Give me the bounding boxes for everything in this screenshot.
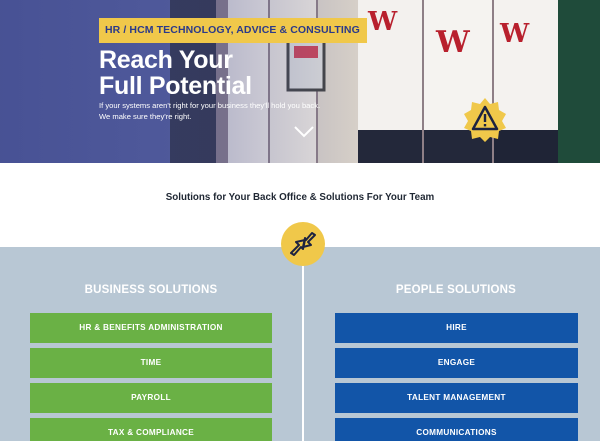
engage-button[interactable]: ENGAGE [335,348,578,378]
people-solutions-title: PEOPLE SOLUTIONS [395,284,517,296]
alert-badge-icon [464,98,506,142]
column-divider [302,247,304,441]
time-button[interactable]: TIME [30,348,272,378]
hero-subtitle: If your systems aren't right for your bu… [99,100,369,122]
chevron-down-icon[interactable] [294,125,314,139]
hero-sub-line1: If your systems aren't right for your bu… [99,101,321,110]
talent-management-button[interactable]: TALENT MANAGEMENT [335,383,578,413]
hire-button[interactable]: HIRE [335,313,578,343]
payroll-button[interactable]: PAYROLL [30,383,272,413]
hero-sub-line2: We make sure they're right. [99,112,192,121]
solutions-heading: Solutions for Your Back Office & Solutio… [165,192,435,203]
arrows-badge-icon [281,222,325,266]
hero-title: Reach Your Full Potential [99,47,319,99]
hero-banner: W W W HR / HCM TECHNOLOGY, ADVICE & CONS… [0,0,600,163]
business-solutions-title: BUSINESS SOLUTIONS [84,284,218,296]
hero-tag: HR / HCM TECHNOLOGY, ADVICE & CONSULTING [99,18,367,43]
hero-title-line2: Full Potential [99,72,252,100]
hr-benefits-button[interactable]: HR & BENEFITS ADMINISTRATION [30,313,272,343]
communications-button[interactable]: COMMUNICATIONS [335,418,578,441]
tax-compliance-button[interactable]: TAX & COMPLIANCE [30,418,272,441]
hero-title-line1: Reach Your [99,46,233,74]
